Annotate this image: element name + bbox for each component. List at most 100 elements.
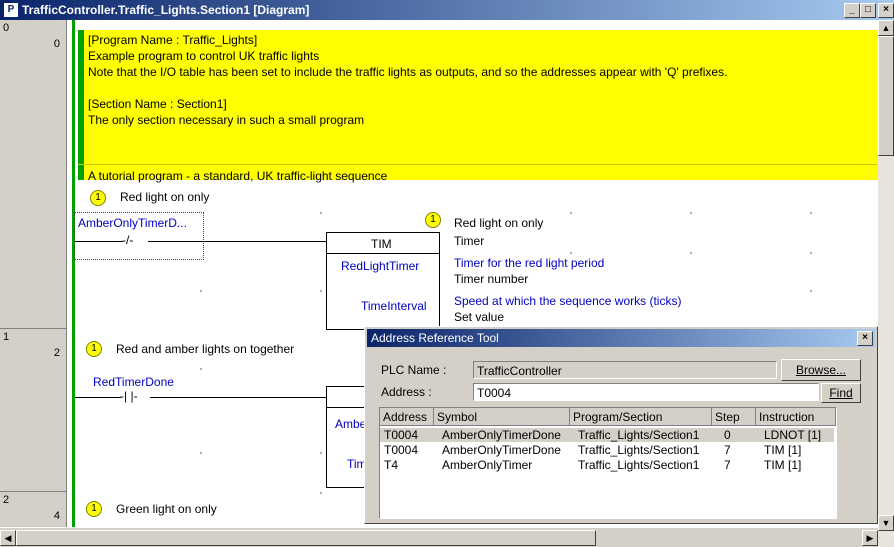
left-power-rail	[72, 20, 75, 527]
browse-button-label: Browse...	[795, 363, 846, 377]
column-header-step[interactable]: Step	[712, 408, 756, 426]
rung-comment: Red and amber lights on together	[116, 342, 295, 356]
rung-header-1[interactable]: 1 2	[0, 329, 67, 492]
fb-operand-1: RedLightTimer	[341, 259, 420, 273]
rung-number: 1	[3, 331, 10, 343]
step-number: 0	[53, 38, 60, 50]
comment-line: Example program to control UK traffic li…	[88, 49, 320, 63]
no-contact[interactable]: -| |-	[120, 389, 138, 403]
scroll-up-button[interactable]: ▲	[878, 20, 894, 36]
comment-line: [Section Name : Section1]	[88, 97, 227, 111]
cell-symbol: AmberOnlyTimer	[442, 458, 533, 472]
rung-comment-number: 1	[86, 341, 102, 357]
dialog-close-button[interactable]: ×	[857, 331, 873, 346]
plc-name-label: PLC Name :	[381, 363, 447, 377]
cell-symbol: AmberOnlyTimerDone	[442, 428, 561, 442]
contact-operand: RedTimerDone	[93, 375, 174, 389]
cell-address: T4	[384, 458, 399, 472]
operand-2-description: Set value	[454, 310, 505, 324]
dialog-title-bar[interactable]: Address Reference Tool ×	[367, 329, 875, 347]
address-label: Address :	[381, 385, 432, 399]
reference-list[interactable]: Address Symbol Program/Section Step Inst…	[379, 407, 837, 519]
cell-address: T0004	[384, 428, 419, 442]
comment-line: Note that the I/O table has been set to …	[88, 65, 728, 79]
program-icon: P	[4, 3, 18, 17]
grid-dot	[200, 290, 202, 292]
rung-comment-number: 1	[86, 501, 102, 517]
comment-rail	[78, 30, 84, 180]
grid-dot	[570, 212, 572, 214]
grid-dot	[810, 212, 812, 214]
cell-symbol: AmberOnlyTimerDone	[442, 443, 561, 457]
close-button[interactable]: ×	[878, 3, 894, 18]
grid-dot	[320, 452, 322, 454]
operand-1-description: Timer number	[454, 272, 529, 286]
cell-step: 0	[724, 428, 731, 442]
fb-name: TIM	[371, 237, 392, 251]
rung-gutter: 0 0 1 2 2 4	[0, 20, 74, 527]
output-comment: Red light on only	[454, 216, 544, 230]
operand-2-comment: Speed at which the sequence works (ticks…	[454, 294, 682, 308]
rung-number: 2	[3, 494, 10, 506]
cell-instruction: TIM [1]	[764, 458, 802, 472]
grid-dot	[690, 212, 692, 214]
contact-operand: AmberOnlyTimerD...	[78, 216, 187, 230]
rung-number: 0	[3, 22, 10, 34]
title-bar[interactable]: P TrafficController.Traffic_Lights.Secti…	[0, 0, 894, 20]
instruction-title: Timer	[454, 234, 485, 248]
minimize-button[interactable]: _	[844, 3, 860, 18]
cell-step: 7	[724, 458, 731, 472]
grid-dot	[810, 290, 812, 292]
scroll-thumb[interactable]	[16, 530, 596, 546]
scroll-thumb[interactable]	[878, 36, 894, 156]
find-button-label: Find	[829, 386, 853, 400]
horizontal-scrollbar[interactable]: ◀ ▶	[0, 527, 878, 547]
column-header-symbol[interactable]: Symbol	[434, 408, 570, 426]
step-number: 2	[53, 347, 60, 359]
column-header-address[interactable]: Address	[380, 408, 434, 426]
find-button[interactable]: Find	[821, 383, 861, 403]
rung-header-2[interactable]: 2 4	[0, 492, 67, 527]
grid-dot	[320, 212, 322, 214]
column-header-program-section[interactable]: Program/Section	[570, 408, 712, 426]
grid-dot	[200, 452, 202, 454]
comment-separator	[78, 164, 878, 165]
vertical-scrollbar[interactable]: ▲ ▼	[878, 20, 894, 547]
cell-program-section: Traffic_Lights/Section1	[578, 428, 700, 442]
rung-header-0[interactable]: 0 0	[0, 20, 67, 329]
grid-dot	[570, 252, 572, 254]
cell-step: 7	[724, 443, 731, 457]
nc-contact[interactable]: -/-	[122, 233, 133, 247]
fb-operand-1: Ambe	[335, 417, 367, 431]
maximize-button[interactable]: □	[860, 3, 876, 18]
column-header-instruction[interactable]: Instruction	[756, 408, 836, 426]
rung-comment: Green light on only	[116, 502, 217, 516]
rung-comment-number: 1	[90, 190, 106, 206]
wire	[75, 397, 121, 398]
comment-line: The only section necessary in such a sma…	[88, 113, 365, 127]
operand-1-comment: Timer for the red light period	[454, 256, 605, 270]
comment-line: A tutorial program - a standard, UK traf…	[88, 169, 388, 183]
timer-function-block[interactable]: TIM RedLightTimer TimeInterval	[326, 232, 440, 330]
grid-dot	[200, 368, 202, 370]
program-comment[interactable]: [Program Name : Traffic_Lights] Example …	[78, 30, 878, 183]
fb-operand-2: TimeInterval	[361, 299, 427, 313]
output-comment-number: 1	[425, 212, 441, 228]
grid-dot	[320, 290, 322, 292]
dialog-title: Address Reference Tool	[371, 331, 499, 345]
browse-button[interactable]: Browse...	[781, 359, 861, 381]
cell-program-section: Traffic_Lights/Section1	[578, 443, 700, 457]
plc-name-field: TrafficController	[473, 361, 777, 379]
address-reference-dialog: Address Reference Tool × PLC Name : Traf…	[364, 326, 878, 524]
address-input[interactable]: T0004	[473, 383, 819, 401]
cell-program-section: Traffic_Lights/Section1	[578, 458, 700, 472]
scroll-left-button[interactable]: ◀	[0, 530, 16, 546]
scroll-right-button[interactable]: ▶	[862, 530, 878, 546]
scroll-down-button[interactable]: ▼	[878, 515, 894, 531]
fb-divider	[327, 253, 439, 254]
cell-instruction: TIM [1]	[764, 443, 802, 457]
cell-instruction: LDNOT [1]	[764, 428, 822, 442]
cell-address: T0004	[384, 443, 419, 457]
diagram-window: P TrafficController.Traffic_Lights.Secti…	[0, 0, 894, 547]
rung-comment: Red light on only	[120, 190, 210, 204]
